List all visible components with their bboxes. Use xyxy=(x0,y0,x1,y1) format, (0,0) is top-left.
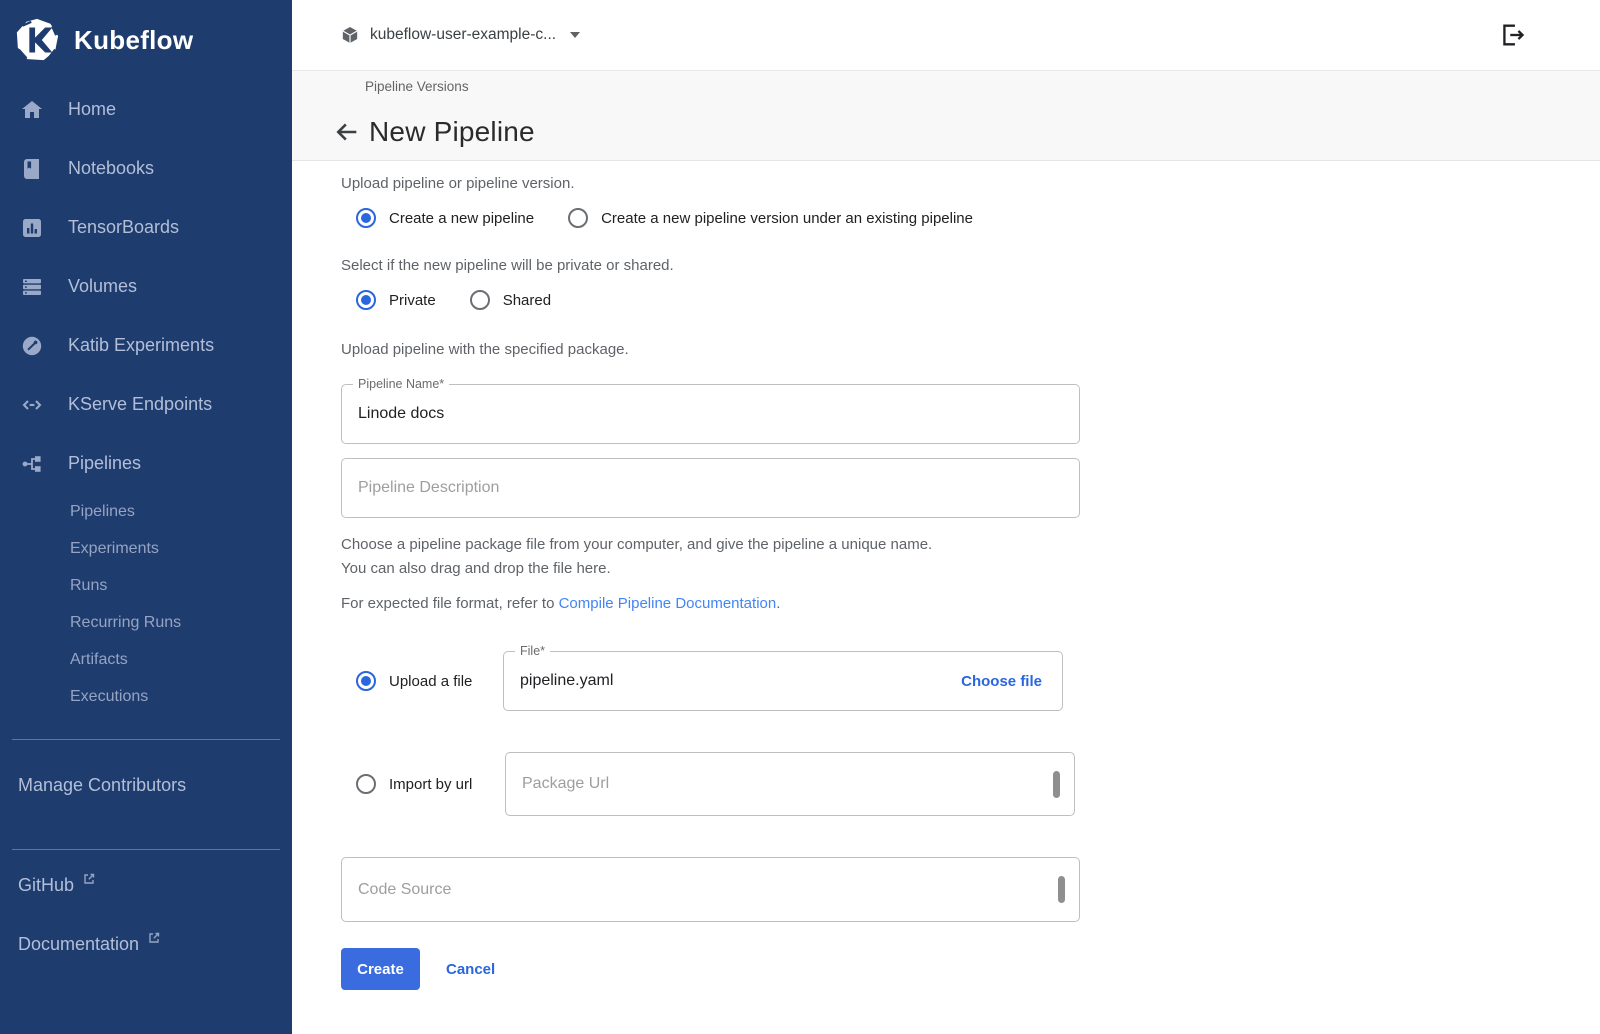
choose-file-button[interactable]: Choose file xyxy=(961,673,1062,690)
package-help-text: Choose a pipeline package file from your… xyxy=(341,533,1600,581)
visibility-radio-group: Private Shared xyxy=(341,288,1600,312)
radio-import-by-url[interactable]: Import by url xyxy=(356,774,472,794)
sidebar-divider xyxy=(12,739,280,740)
chevron-down-icon xyxy=(570,32,580,38)
pipelines-icon xyxy=(20,452,44,476)
pipeline-name-label: Pipeline Name* xyxy=(353,377,449,392)
sidebar-item-home[interactable]: Home xyxy=(0,80,292,139)
katib-icon xyxy=(20,334,44,358)
radio-selected-icon xyxy=(356,671,376,691)
file-field: File* Choose file xyxy=(503,651,1063,711)
radio-upload-a-file[interactable]: Upload a file xyxy=(356,671,472,691)
pipeline-description-field xyxy=(341,458,1080,518)
package-section-label: Upload pipeline with the specified packa… xyxy=(341,340,1600,360)
sidebar-subitem-pipelines[interactable]: Pipelines xyxy=(0,493,292,530)
radio-unselected-icon xyxy=(356,774,376,794)
tensorboards-icon xyxy=(20,216,44,240)
form-actions: Create Cancel xyxy=(341,948,1600,1034)
radio-selected-icon xyxy=(356,290,376,310)
cube-icon xyxy=(340,25,360,45)
back-button[interactable] xyxy=(333,118,361,146)
sidebar-nav: Home Notebooks TensorBoards Volumes xyxy=(0,80,292,715)
sidebar-item-katib-experiments[interactable]: Katib Experiments xyxy=(0,316,292,375)
notebooks-icon xyxy=(20,157,44,181)
pipeline-description-input[interactable] xyxy=(342,459,1079,517)
kubeflow-app: Kubeflow Home Notebooks TensorBoards xyxy=(0,0,1600,1034)
code-source-field xyxy=(341,857,1080,922)
package-url-input[interactable] xyxy=(506,753,1074,815)
sidebar-item-notebooks[interactable]: Notebooks xyxy=(0,139,292,198)
cancel-button[interactable]: Cancel xyxy=(446,961,495,978)
new-pipeline-form: Upload pipeline or pipeline version. Cre… xyxy=(292,161,1600,1034)
external-link-icon xyxy=(147,931,161,945)
upload-section-label: Upload pipeline or pipeline version. xyxy=(341,174,1600,194)
page-title: New Pipeline xyxy=(369,116,535,148)
main-area: kubeflow-user-example-c... Pipeline Vers… xyxy=(292,0,1600,1034)
radio-shared[interactable]: Shared xyxy=(470,290,551,310)
radio-unselected-icon xyxy=(568,208,588,228)
page-header: Pipeline Versions New Pipeline xyxy=(292,71,1600,161)
pipeline-type-radio-group: Create a new pipeline Create a new pipel… xyxy=(341,206,1600,230)
file-label: File* xyxy=(515,644,550,659)
sidebar-subitem-artifacts[interactable]: Artifacts xyxy=(0,641,292,678)
radio-create-new-pipeline[interactable]: Create a new pipeline xyxy=(356,208,534,228)
kubeflow-logo-icon xyxy=(14,17,60,63)
external-link-icon xyxy=(82,872,96,886)
volumes-icon xyxy=(20,275,44,299)
logout-button[interactable] xyxy=(1498,21,1526,49)
pipeline-name-input[interactable] xyxy=(342,385,1079,443)
breadcrumb[interactable]: Pipeline Versions xyxy=(365,78,1600,96)
title-row: New Pipeline xyxy=(292,112,1600,152)
back-arrow-icon xyxy=(333,118,361,146)
sidebar-item-kserve-endpoints[interactable]: KServe Endpoints xyxy=(0,375,292,434)
pipeline-name-field: Pipeline Name* xyxy=(341,384,1080,444)
home-icon xyxy=(20,98,44,122)
radio-create-new-version[interactable]: Create a new pipeline version under an e… xyxy=(568,208,973,228)
compile-pipeline-documentation-link[interactable]: Compile Pipeline Documentation xyxy=(559,595,777,612)
radio-private[interactable]: Private xyxy=(356,290,436,310)
sidebar-item-github[interactable]: GitHub xyxy=(0,856,292,915)
sidebar-item-volumes[interactable]: Volumes xyxy=(0,257,292,316)
scrollbar-thumb[interactable] xyxy=(1053,771,1060,798)
logout-icon xyxy=(1498,21,1526,49)
namespace-label: kubeflow-user-example-c... xyxy=(370,26,556,44)
sidebar-subitem-executions[interactable]: Executions xyxy=(0,678,292,715)
sidebar-subitem-experiments[interactable]: Experiments xyxy=(0,530,292,567)
import-by-url-row: Import by url xyxy=(341,752,1600,816)
sidebar-item-pipelines[interactable]: Pipelines xyxy=(0,434,292,493)
radio-unselected-icon xyxy=(470,290,490,310)
package-url-field xyxy=(505,752,1075,816)
logo-row: Kubeflow xyxy=(0,0,292,80)
sidebar-subitem-recurring-runs[interactable]: Recurring Runs xyxy=(0,604,292,641)
topbar: kubeflow-user-example-c... xyxy=(292,0,1600,71)
sidebar-item-tensorboards[interactable]: TensorBoards xyxy=(0,198,292,257)
scrollbar-thumb[interactable] xyxy=(1058,876,1065,903)
code-source-input[interactable] xyxy=(342,858,1079,921)
logo-text: Kubeflow xyxy=(74,25,193,56)
upload-file-row: Upload a file File* Choose file xyxy=(341,651,1600,711)
sidebar: Kubeflow Home Notebooks TensorBoards xyxy=(0,0,292,1034)
radio-selected-icon xyxy=(356,208,376,228)
kserve-icon xyxy=(20,393,44,417)
visibility-section-label: Select if the new pipeline will be priva… xyxy=(341,256,1600,276)
format-help-text: For expected file format, refer to Compi… xyxy=(341,594,1600,614)
sidebar-item-documentation[interactable]: Documentation xyxy=(0,915,292,974)
sidebar-divider xyxy=(12,849,280,850)
sidebar-item-manage-contributors[interactable]: Manage Contributors xyxy=(0,756,292,815)
namespace-selector[interactable]: kubeflow-user-example-c... xyxy=(340,25,580,45)
create-button[interactable]: Create xyxy=(341,948,420,990)
file-name-input[interactable] xyxy=(504,652,961,710)
sidebar-subitem-runs[interactable]: Runs xyxy=(0,567,292,604)
